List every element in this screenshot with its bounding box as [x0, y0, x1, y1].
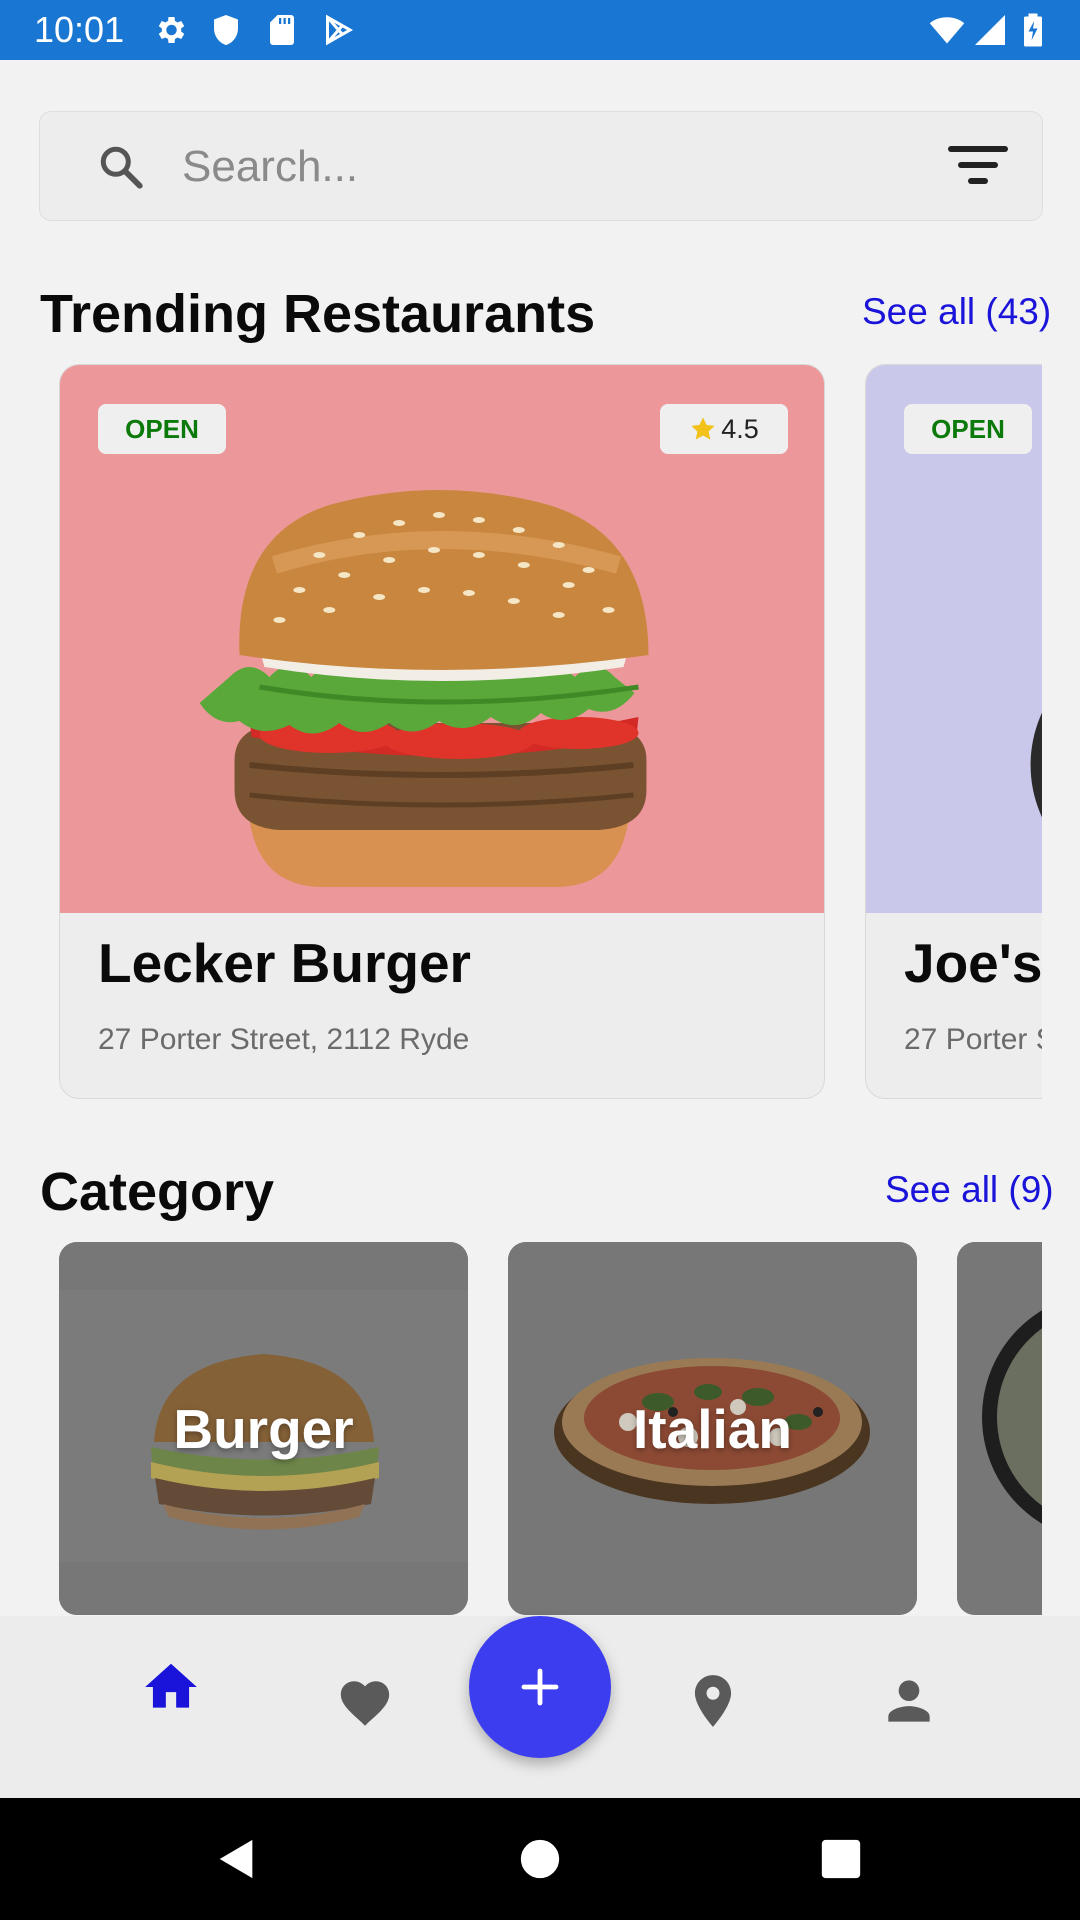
filter-icon[interactable]	[948, 140, 1008, 194]
category-carousel[interactable]: Burger Italian	[40, 1242, 1042, 1616]
system-navigation-bar	[0, 1798, 1080, 1920]
category-card-burger[interactable]: Burger	[59, 1242, 468, 1615]
restaurant-name: Lecker Burger	[98, 932, 471, 994]
restaurant-address: 27 Porter S	[904, 1023, 1042, 1056]
category-card[interactable]	[957, 1242, 1042, 1615]
rating-value: 4.5	[721, 413, 759, 444]
sd-card-icon	[264, 12, 300, 48]
add-icon	[521, 1668, 559, 1706]
status-bar: 10:01	[0, 0, 1080, 60]
category-card-italian[interactable]: Italian	[508, 1242, 917, 1615]
open-status-badge: OPEN	[904, 404, 1032, 454]
category-title: Category	[40, 1162, 275, 1222]
profile-icon[interactable]	[878, 1670, 940, 1732]
wifi-icon	[926, 12, 968, 48]
status-time: 10:01	[34, 9, 125, 50]
search-bar[interactable]	[39, 111, 1043, 221]
restaurant-card[interactable]: OPEN Joe's 27 Porter S	[865, 364, 1042, 1099]
home-icon[interactable]	[140, 1656, 202, 1718]
home-circle-icon[interactable]	[517, 1836, 563, 1882]
settings-icon	[152, 12, 188, 48]
restaurant-card[interactable]: OPEN 4.5 Lecker Burger 27 Porter Street,…	[59, 364, 825, 1099]
heart-icon[interactable]	[336, 1674, 394, 1732]
trending-see-all-link[interactable]: See all (43)	[862, 290, 1051, 334]
category-label: Italian	[633, 1398, 792, 1460]
trending-title: Trending Restaurants	[40, 284, 596, 344]
battery-icon	[1018, 12, 1048, 48]
recents-icon[interactable]	[818, 1836, 864, 1882]
category-see-all-link[interactable]: See all (9)	[885, 1168, 1054, 1212]
search-input[interactable]	[180, 134, 940, 200]
signal-icon	[972, 12, 1008, 48]
add-button[interactable]	[469, 1616, 611, 1758]
location-icon[interactable]	[682, 1670, 744, 1732]
rating-badge: 4.5	[660, 404, 788, 454]
shield-icon	[208, 12, 244, 48]
trending-carousel[interactable]: OPEN 4.5 Lecker Burger 27 Porter Street,…	[40, 364, 1042, 1100]
star-icon	[691, 417, 715, 440]
open-status-badge: OPEN	[98, 404, 226, 454]
category-image	[957, 1242, 1042, 1615]
back-icon[interactable]	[214, 1836, 260, 1882]
play-store-icon	[320, 12, 356, 48]
restaurant-address: 27 Porter Street, 2112 Ryde	[98, 1023, 470, 1056]
search-icon	[96, 142, 146, 192]
category-label: Burger	[173, 1398, 354, 1460]
restaurant-name: Joe's	[904, 932, 1042, 994]
